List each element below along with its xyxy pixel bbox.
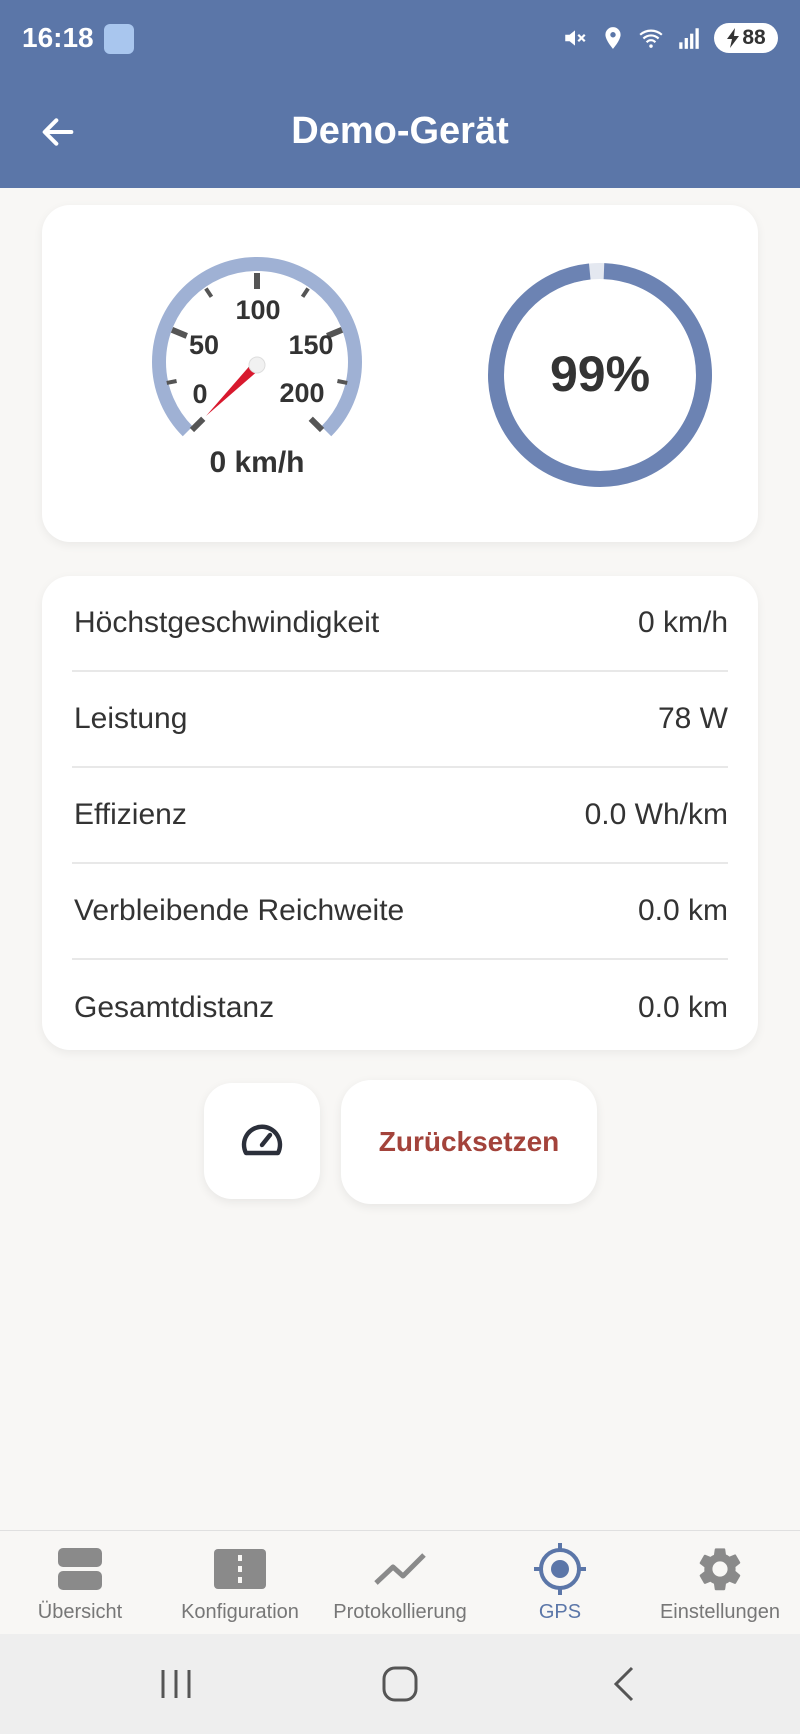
- battery-indicator: 88: [714, 23, 778, 53]
- needle-hub: [248, 356, 266, 374]
- chart-line-icon: [372, 1541, 428, 1597]
- major-tick: [189, 416, 206, 433]
- signal-icon: [679, 28, 699, 49]
- bottom-navigation: Übersicht Konfiguration Protokollierung …: [0, 1530, 800, 1634]
- stat-row-total-distance: Gesamtdistanz 0.0 km: [72, 960, 728, 1056]
- page-title: Demo-Gerät: [291, 110, 509, 152]
- status-time: 16:18: [22, 22, 94, 53]
- minor-tick: [204, 287, 214, 298]
- battery-charging-icon: [727, 28, 740, 48]
- nav-label: Protokollierung: [333, 1601, 467, 1623]
- stat-row-efficiency: Effizienz 0.0 Wh/km: [72, 768, 728, 864]
- stat-value: 0.0 km: [637, 991, 728, 1024]
- nav-label: Konfiguration: [181, 1601, 299, 1623]
- nav-item-configuration[interactable]: Konfiguration: [160, 1531, 320, 1634]
- status-bar: 16:18 88: [0, 0, 800, 76]
- battery-gauge: 99%: [488, 263, 712, 487]
- app-notification-icon: [104, 24, 134, 54]
- stat-label: Effizienz: [74, 798, 187, 831]
- overview-icon: [52, 1541, 108, 1597]
- recent-apps-button[interactable]: [146, 1654, 206, 1714]
- stat-value: 0 km/h: [637, 606, 728, 639]
- nav-item-logging[interactable]: Protokollierung: [320, 1531, 480, 1634]
- tick-label-0: 0: [192, 379, 207, 409]
- stats-card: Höchstgeschwindigkeit 0 km/h Leistung 78…: [42, 576, 758, 1050]
- gear-icon: [692, 1541, 748, 1597]
- stat-label: Höchstgeschwindigkeit: [74, 606, 380, 639]
- nav-label: Einstellungen: [659, 1601, 781, 1623]
- stat-value: 0.0 Wh/km: [584, 798, 728, 831]
- major-tick: [170, 327, 188, 339]
- tick-label-50: 50: [189, 330, 219, 360]
- nav-label: Übersicht: [37, 1601, 123, 1623]
- stat-row-remaining-range: Verbleibende Reichweite 0.0 km: [72, 864, 728, 960]
- stat-label: Leistung: [74, 702, 188, 735]
- tick-label-100: 100: [235, 295, 280, 325]
- minor-tick: [300, 287, 310, 298]
- mute-icon: [565, 30, 586, 46]
- nav-item-gps[interactable]: GPS: [480, 1531, 640, 1634]
- recent-apps-icon: [161, 1670, 191, 1698]
- speedometer-icon: [241, 1124, 283, 1156]
- stat-label: Gesamtdistanz: [74, 991, 275, 1024]
- stat-row-power: Leistung 78 W: [72, 672, 728, 768]
- tick-label-150: 150: [288, 330, 333, 360]
- configuration-icon: [212, 1541, 268, 1597]
- system-back-button[interactable]: [594, 1654, 654, 1714]
- home-icon: [382, 1666, 418, 1702]
- speedometer-gauge: 0 50 100 150 200 0 km/h: [152, 257, 362, 479]
- nav-label: GPS: [538, 1601, 582, 1623]
- chevron-left-icon: [613, 1666, 634, 1702]
- battery-level: 88: [742, 26, 766, 49]
- speed-value: 0 km/h: [209, 446, 304, 479]
- reset-button[interactable]: Zurücksetzen: [341, 1080, 597, 1204]
- gauges-card: 0 50 100 150 200 0 km/h 99%: [42, 205, 758, 542]
- home-button[interactable]: [370, 1654, 430, 1714]
- minor-tick: [166, 379, 177, 385]
- tick-label-200: 200: [279, 378, 324, 408]
- stat-row-max-speed: Höchstgeschwindigkeit 0 km/h: [72, 576, 728, 672]
- gps-icon: [532, 1541, 588, 1597]
- location-icon: [605, 27, 621, 49]
- stat-label: Verbleibende Reichweite: [74, 894, 405, 927]
- speedometer-button[interactable]: [204, 1083, 320, 1199]
- status-icons: 88: [562, 22, 778, 54]
- stat-value: 0.0 km: [637, 894, 728, 927]
- minor-tick: [337, 379, 348, 385]
- stat-value: 78 W: [657, 702, 728, 735]
- system-navigation-bar: [0, 1634, 800, 1734]
- nav-item-overview[interactable]: Übersicht: [0, 1531, 160, 1634]
- wifi-icon: [639, 29, 663, 48]
- app-bar: Demo-Gerät: [0, 76, 800, 188]
- nav-item-settings[interactable]: Einstellungen: [640, 1531, 800, 1634]
- battery-percent: 99%: [550, 346, 650, 402]
- major-tick: [308, 416, 325, 433]
